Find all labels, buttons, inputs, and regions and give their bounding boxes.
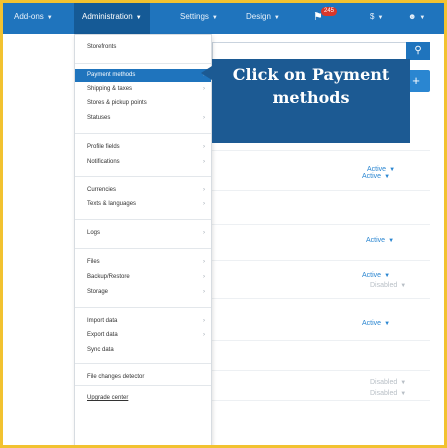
menu-item-sync-data[interactable]: Sync data <box>75 344 211 357</box>
currency-label: $ <box>370 12 375 21</box>
status-label: Active <box>362 173 382 180</box>
nav-administration[interactable]: Administration ▼ <box>74 0 150 34</box>
menu-divider <box>75 219 211 220</box>
chevron-down-icon: ▼ <box>419 15 426 21</box>
status-dropdown[interactable]: Active ▼ <box>367 166 395 173</box>
status-label: Active <box>367 166 387 173</box>
instruction-tooltip: Click on Payment methods <box>201 59 410 143</box>
status-dropdown[interactable]: Active ▼ <box>366 237 394 244</box>
menu-item-statuses[interactable]: Statuses › <box>75 112 211 125</box>
tooltip-line-2: methods <box>272 88 350 107</box>
menu-item-notifications[interactable]: Notifications › <box>75 156 211 169</box>
chevron-down-icon: ▼ <box>400 391 407 397</box>
menu-divider <box>75 248 211 249</box>
chevron-down-icon: ▼ <box>377 15 384 21</box>
chevron-down-icon: ▼ <box>46 15 53 21</box>
status-dropdown[interactable]: Active ▼ <box>362 173 390 180</box>
status-label: Active <box>362 320 382 327</box>
row-divider <box>212 190 430 191</box>
chevron-right-icon: › <box>203 144 205 150</box>
search-input[interactable] <box>212 42 430 60</box>
chevron-right-icon: › <box>203 115 205 121</box>
nav-settings[interactable]: Settings ▼ <box>180 0 218 34</box>
status-dropdown[interactable]: Disabled ▼ <box>370 379 406 386</box>
menu-divider <box>75 176 211 177</box>
row-divider <box>212 260 430 261</box>
row-divider <box>212 340 430 341</box>
menu-item-storage[interactable]: Storage › <box>75 286 211 299</box>
chevron-down-icon: ▼ <box>384 321 391 327</box>
nav-addons[interactable]: Add-ons ▼ <box>14 0 53 34</box>
chevron-down-icon: ▼ <box>273 15 280 21</box>
row-divider <box>212 224 430 225</box>
menu-item-currencies[interactable]: Currencies › <box>75 184 211 197</box>
menu-divider <box>75 363 211 364</box>
user-icon: ☻ <box>408 12 417 21</box>
tooltip-line-1: Click on Payment <box>232 65 390 84</box>
chevron-down-icon: ▼ <box>211 15 218 21</box>
row-divider <box>212 150 430 151</box>
status-label: Active <box>366 237 386 244</box>
status-dropdown[interactable]: Active ▼ <box>362 272 390 279</box>
nav-design-label: Design <box>246 12 271 21</box>
status-label: Active <box>362 272 382 279</box>
row-divider <box>212 298 430 299</box>
menu-item-shipping-taxes[interactable]: Shipping & taxes › <box>75 83 211 96</box>
chevron-down-icon: ▼ <box>384 273 391 279</box>
menu-divider <box>75 307 211 308</box>
menu-item-logs[interactable]: Logs › <box>75 227 211 240</box>
status-label: Disabled <box>370 282 398 289</box>
nav-addons-label: Add-ons <box>14 12 44 21</box>
chevron-down-icon: ▼ <box>135 15 142 21</box>
chevron-right-icon: › <box>203 86 205 92</box>
menu-item-payment-methods[interactable]: Payment methods› <box>75 69 211 82</box>
menu-item-stores-pickup-points[interactable]: Stores & pickup points <box>75 97 211 110</box>
top-navigation: Add-ons ▼ Administration ▼ Settings ▼ Desig… <box>0 0 447 34</box>
menu-item-export-data[interactable]: Export data › <box>75 329 211 342</box>
chevron-down-icon: ▼ <box>400 283 407 289</box>
status-dropdown[interactable]: Disabled ▼ <box>370 390 406 397</box>
chevron-right-icon: › <box>203 318 205 324</box>
menu-divider <box>75 385 211 386</box>
chevron-right-icon: › <box>203 159 205 165</box>
chevron-right-icon: › <box>203 274 205 280</box>
chevron-right-icon: › <box>203 289 205 295</box>
user-menu[interactable]: ☻ ▼ <box>408 0 425 34</box>
chevron-right-icon: › <box>203 259 205 265</box>
chevron-right-icon: › <box>203 230 205 236</box>
menu-item-backup-restore[interactable]: Backup/Restore › <box>75 271 211 284</box>
menu-divider <box>75 133 211 134</box>
chevron-down-icon: ▼ <box>384 174 391 180</box>
row-divider <box>212 370 430 371</box>
search-icon[interactable]: ⚲ <box>406 42 430 60</box>
status-label: Disabled <box>370 379 398 386</box>
menu-divider <box>75 63 211 64</box>
menu-item-file-changes-detector[interactable]: File changes detector <box>75 371 211 384</box>
nav-administration-label: Administration <box>82 12 133 21</box>
chevron-right-icon: › <box>203 201 205 207</box>
administration-dropdown: Storefronts Payment methods›Shipping & ta… <box>74 34 212 448</box>
menu-item-storefronts[interactable]: Storefronts <box>75 41 211 54</box>
menu-item-upgrade-center[interactable]: Upgrade center <box>75 392 211 405</box>
status-dropdown[interactable]: Disabled ▼ <box>370 282 406 289</box>
chevron-down-icon: ▼ <box>388 238 395 244</box>
menu-item-texts-languages[interactable]: Texts & languages › <box>75 198 211 211</box>
chevron-right-icon: › <box>203 187 205 193</box>
status-label: Disabled <box>370 390 398 397</box>
nav-settings-label: Settings <box>180 12 209 21</box>
chevron-right-icon: › <box>203 332 205 338</box>
row-divider <box>212 400 430 401</box>
menu-item-profile-fields[interactable]: Profile fields › <box>75 141 211 154</box>
menu-item-files[interactable]: Files › <box>75 256 211 269</box>
status-dropdown[interactable]: Active ▼ <box>362 320 390 327</box>
currency-menu[interactable]: $ ▼ <box>370 0 383 34</box>
menu-item-import-data[interactable]: Import data › <box>75 315 211 328</box>
chevron-down-icon: ▼ <box>400 380 407 386</box>
notifications-badge: 245 <box>321 7 338 16</box>
nav-design[interactable]: Design ▼ <box>246 0 280 34</box>
